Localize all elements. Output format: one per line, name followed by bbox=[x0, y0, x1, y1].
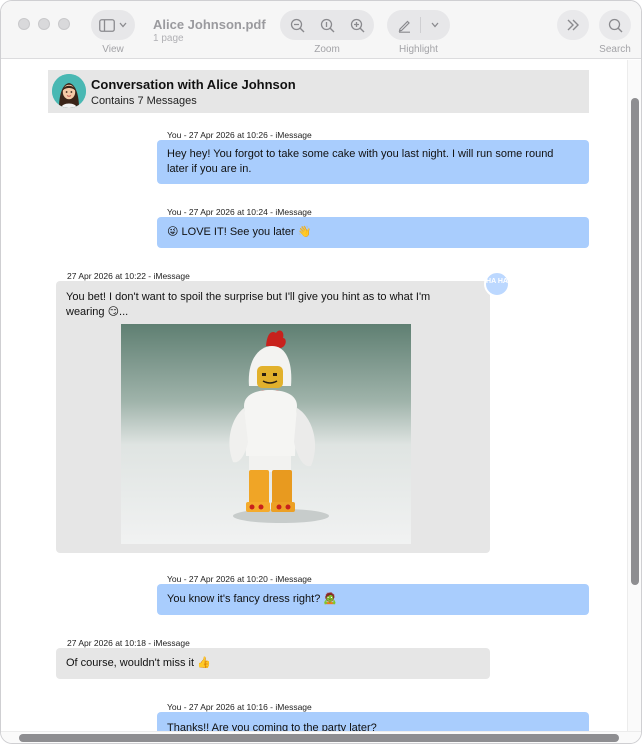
photo-attachment[interactable] bbox=[121, 324, 411, 544]
sent-message-bubble[interactable]: Hey hey! You forgot to take some cake wi… bbox=[157, 140, 589, 184]
search-button[interactable] bbox=[599, 10, 631, 40]
message-meta: 27 Apr 2026 at 10:18 - iMessage bbox=[67, 638, 190, 648]
message-text-line: You know it's fancy dress right? 🧟 bbox=[167, 593, 338, 605]
avatar bbox=[52, 74, 86, 108]
search-icon bbox=[608, 18, 622, 32]
conversation-header: Conversation with Alice Johnson Contains… bbox=[48, 70, 589, 113]
zoom-out-button[interactable] bbox=[282, 10, 312, 40]
highlighter-icon bbox=[398, 20, 410, 33]
highlight-label: Highlight bbox=[399, 44, 438, 55]
message-meta: You - 27 Apr 2026 at 10:20 - iMessage bbox=[167, 574, 312, 584]
message-text-line: wearing 😏... bbox=[66, 306, 129, 318]
close-window-button[interactable] bbox=[18, 18, 30, 30]
conversation-title: Conversation with Alice Johnson bbox=[91, 77, 296, 92]
maximize-window-button[interactable] bbox=[58, 18, 70, 30]
sent-message-bubble[interactable]: You know it's fancy dress right? 🧟 bbox=[157, 584, 589, 615]
more-tools-button[interactable] bbox=[557, 10, 589, 40]
minimize-window-button[interactable] bbox=[38, 18, 50, 30]
sent-message-bubble[interactable]: Thanks!! Are you coming to the party lat… bbox=[157, 712, 589, 733]
message-text-line: later if you are in. bbox=[167, 163, 252, 175]
highlight-options-button[interactable] bbox=[421, 10, 449, 40]
zoom-in-button[interactable] bbox=[342, 10, 372, 40]
vertical-scrollbar[interactable] bbox=[627, 60, 641, 733]
sent-message-bubble[interactable]: 😜 LOVE IT! See you later 👋 bbox=[157, 217, 589, 248]
message-text-line: You bet! I don't want to spoil the surpr… bbox=[66, 291, 431, 303]
highlight-button[interactable] bbox=[388, 10, 420, 40]
conversation-message-count: Contains 7 Messages bbox=[91, 95, 197, 107]
zoom-label: Zoom bbox=[314, 44, 340, 55]
view-menu-button[interactable] bbox=[91, 10, 135, 40]
zoom-controls bbox=[280, 10, 374, 40]
chevron-double-right-icon bbox=[567, 19, 579, 31]
haha-tapback-badge: HA HA bbox=[484, 271, 510, 297]
message-text-line: 😜 LOVE IT! See you later 👋 bbox=[167, 226, 312, 238]
zoom-in-icon bbox=[350, 18, 364, 32]
horizontal-scrollbar[interactable] bbox=[1, 731, 641, 743]
message-meta: 27 Apr 2026 at 10:22 - iMessage bbox=[67, 271, 190, 281]
document-page[interactable]: Conversation with Alice Johnson Contains… bbox=[1, 60, 627, 733]
message-text-line: Hey hey! You forgot to take some cake wi… bbox=[167, 148, 554, 160]
message-meta: You - 27 Apr 2026 at 10:26 - iMessage bbox=[167, 130, 312, 140]
vertical-scroll-thumb[interactable] bbox=[631, 98, 639, 585]
search-label: Search bbox=[599, 44, 631, 55]
toolbar: View Alice Johnson.pdf 1 page Zoom Highl… bbox=[1, 1, 641, 59]
document-page-count: 1 page bbox=[153, 33, 184, 44]
received-message-bubble[interactable]: Of course, wouldn't miss it 👍 bbox=[56, 648, 490, 679]
message-text-line: Of course, wouldn't miss it 👍 bbox=[66, 657, 211, 669]
zoom-out-icon bbox=[290, 18, 304, 32]
document-title: Alice Johnson.pdf bbox=[153, 17, 266, 32]
sidebar-icon bbox=[99, 10, 115, 40]
zoom-fit-button[interactable] bbox=[312, 10, 342, 40]
chevron-down-icon bbox=[119, 10, 127, 40]
view-label: View bbox=[102, 44, 124, 55]
received-message-bubble[interactable]: You bet! I don't want to spoil the surpr… bbox=[56, 281, 490, 553]
zoom-fit-icon bbox=[320, 18, 334, 32]
chevron-down-icon bbox=[431, 22, 439, 28]
message-meta: You - 27 Apr 2026 at 10:16 - iMessage bbox=[167, 702, 312, 712]
preview-window: View Alice Johnson.pdf 1 page Zoom Highl… bbox=[0, 0, 642, 744]
horizontal-scroll-thumb[interactable] bbox=[19, 734, 619, 742]
highlight-controls bbox=[387, 10, 450, 40]
message-meta: You - 27 Apr 2026 at 10:24 - iMessage bbox=[167, 207, 312, 217]
